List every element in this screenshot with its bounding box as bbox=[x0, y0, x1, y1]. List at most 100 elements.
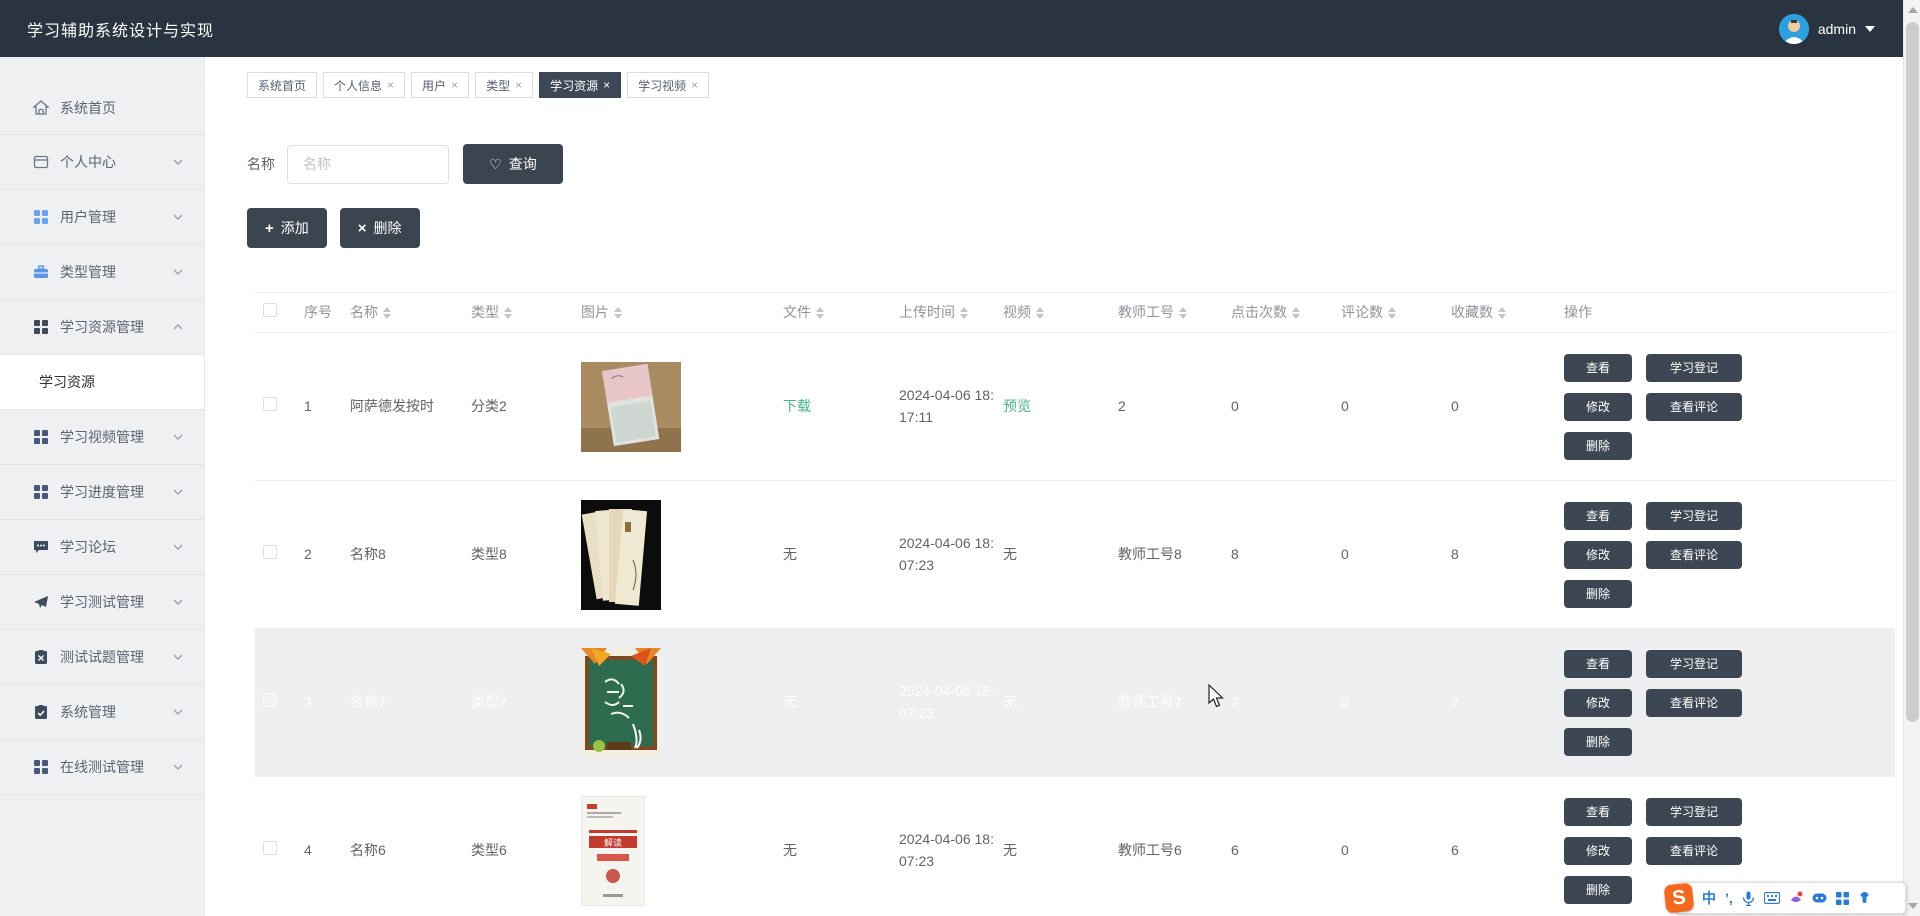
resource-image-textbook[interactable]: 解读 bbox=[581, 796, 645, 906]
resource-image-book-photo[interactable] bbox=[581, 362, 681, 452]
delete-row-button[interactable]: 删除 bbox=[1564, 728, 1632, 756]
user-menu[interactable]: admin bbox=[1779, 0, 1875, 57]
vertical-scrollbar[interactable] bbox=[1903, 0, 1920, 916]
cell-video: 无 bbox=[1003, 544, 1118, 566]
delete-row-button[interactable]: 删除 bbox=[1564, 876, 1632, 904]
header-id[interactable]: 序号 bbox=[304, 302, 350, 324]
search-input[interactable] bbox=[287, 145, 449, 184]
sidebar-item-learning-progress-management[interactable]: 学习进度管理 bbox=[0, 465, 204, 520]
tab-type[interactable]: 类型 × bbox=[475, 72, 533, 98]
sort-icon[interactable] bbox=[1292, 307, 1300, 319]
sidebar-item-user-management[interactable]: 用户管理 bbox=[0, 190, 204, 245]
sogou-logo-icon[interactable]: S bbox=[1664, 883, 1695, 914]
chinese-mode-icon[interactable]: 中 bbox=[1702, 888, 1716, 908]
view-comments-button[interactable]: 查看评论 bbox=[1646, 689, 1742, 717]
avatar[interactable] bbox=[1779, 14, 1809, 44]
sidebar-item-system-management[interactable]: 系统管理 bbox=[0, 685, 204, 740]
edit-button[interactable]: 修改 bbox=[1564, 541, 1632, 569]
sort-icon[interactable] bbox=[816, 307, 824, 319]
row-checkbox[interactable] bbox=[263, 397, 277, 411]
sort-icon[interactable] bbox=[1036, 307, 1044, 319]
tab-learning-resource[interactable]: 学习资源 × bbox=[539, 72, 621, 98]
keyboard-icon[interactable] bbox=[1764, 892, 1780, 904]
resource-image-chalkboard[interactable] bbox=[581, 648, 661, 758]
add-button[interactable]: + 添加 bbox=[247, 208, 327, 248]
emoji-icon[interactable] bbox=[1812, 892, 1827, 904]
settings-wrench-icon[interactable] bbox=[1858, 891, 1871, 905]
sidebar-item-learning-forum[interactable]: 学习论坛 bbox=[0, 520, 204, 575]
edit-button[interactable]: 修改 bbox=[1564, 837, 1632, 865]
study-register-button[interactable]: 学习登记 bbox=[1646, 798, 1742, 826]
sidebar-item-learning-resource-management[interactable]: 学习资源管理 bbox=[0, 300, 204, 355]
sort-icon[interactable] bbox=[504, 307, 512, 319]
close-icon[interactable]: × bbox=[691, 78, 698, 92]
sidebar-item-online-test-management[interactable]: 在线测试管理 bbox=[0, 740, 204, 795]
tab-user[interactable]: 用户 × bbox=[411, 72, 469, 98]
view-comments-button[interactable]: 查看评论 bbox=[1646, 393, 1742, 421]
study-register-button[interactable]: 学习登记 bbox=[1646, 502, 1742, 530]
edit-button[interactable]: 修改 bbox=[1564, 689, 1632, 717]
toolbox-grid-icon[interactable] bbox=[1836, 892, 1849, 905]
header-clicks[interactable]: 点击次数 bbox=[1231, 302, 1341, 324]
sidebar-item-home[interactable]: 系统首页 bbox=[0, 80, 204, 135]
sidebar-item-personal-center[interactable]: 个人中心 bbox=[0, 135, 204, 190]
header-video[interactable]: 视频 bbox=[1003, 302, 1118, 324]
sort-icon[interactable] bbox=[1179, 307, 1187, 319]
sidebar-subitem-learning-resource[interactable]: 学习资源 bbox=[0, 355, 204, 410]
sort-icon[interactable] bbox=[960, 307, 968, 319]
row-checkbox[interactable] bbox=[263, 841, 277, 855]
punctuation-icon[interactable]: ’, bbox=[1725, 890, 1733, 906]
row-checkbox[interactable] bbox=[263, 693, 277, 707]
sidebar-item-test-question-management[interactable]: 测试试题管理 bbox=[0, 630, 204, 685]
view-comments-button[interactable]: 查看评论 bbox=[1646, 837, 1742, 865]
view-button[interactable]: 查看 bbox=[1564, 354, 1632, 382]
sort-icon[interactable] bbox=[1498, 307, 1506, 319]
view-button[interactable]: 查看 bbox=[1564, 650, 1632, 678]
cell-favorites: 6 bbox=[1451, 840, 1564, 862]
view-button[interactable]: 查看 bbox=[1564, 502, 1632, 530]
sort-icon[interactable] bbox=[614, 307, 622, 319]
sidebar-item-type-management[interactable]: 类型管理 bbox=[0, 245, 204, 300]
sidebar-item-learning-test-management[interactable]: 学习测试管理 bbox=[0, 575, 204, 630]
header-type[interactable]: 类型 bbox=[471, 302, 581, 324]
tab-home[interactable]: 系统首页 bbox=[247, 72, 317, 98]
view-button[interactable]: 查看 bbox=[1564, 798, 1632, 826]
delete-row-button[interactable]: 删除 bbox=[1564, 432, 1632, 460]
header-name[interactable]: 名称 bbox=[350, 302, 471, 324]
close-icon[interactable]: × bbox=[603, 78, 610, 92]
study-register-button[interactable]: 学习登记 bbox=[1646, 650, 1742, 678]
cell-favorites: 7 bbox=[1451, 692, 1564, 714]
close-icon[interactable]: × bbox=[387, 78, 394, 92]
close-icon[interactable]: × bbox=[515, 78, 522, 92]
header-file[interactable]: 文件 bbox=[783, 302, 899, 324]
close-icon[interactable]: × bbox=[451, 78, 458, 92]
tab-personal-info[interactable]: 个人信息 × bbox=[323, 72, 405, 98]
header-image[interactable]: 图片 bbox=[581, 302, 783, 324]
cell-clicks: 6 bbox=[1231, 840, 1341, 862]
row-checkbox[interactable] bbox=[263, 545, 277, 559]
header-favorites[interactable]: 收藏数 bbox=[1451, 302, 1564, 324]
cell-id: 2 bbox=[304, 544, 350, 566]
preview-link[interactable]: 预览 bbox=[1003, 398, 1031, 414]
select-all-checkbox[interactable] bbox=[263, 303, 277, 317]
study-register-button[interactable]: 学习登记 bbox=[1646, 354, 1742, 382]
delete-button[interactable]: × 删除 bbox=[340, 208, 420, 248]
scroll-down-arrow-icon[interactable] bbox=[1908, 903, 1918, 909]
skin-icon[interactable] bbox=[1789, 891, 1803, 905]
download-link[interactable]: 下载 bbox=[783, 398, 811, 414]
delete-row-button[interactable]: 删除 bbox=[1564, 580, 1632, 608]
header-teacher-id[interactable]: 教师工号 bbox=[1118, 302, 1231, 324]
header-comments[interactable]: 评论数 bbox=[1341, 302, 1451, 324]
scrollbar-thumb[interactable] bbox=[1906, 22, 1919, 722]
sidebar-item-learning-video-management[interactable]: 学习视频管理 bbox=[0, 410, 204, 465]
scroll-up-arrow-icon[interactable] bbox=[1908, 7, 1918, 13]
view-comments-button[interactable]: 查看评论 bbox=[1646, 541, 1742, 569]
query-button[interactable]: ♡ 查询 bbox=[463, 144, 563, 184]
tab-learning-video[interactable]: 学习视频 × bbox=[627, 72, 709, 98]
sort-icon[interactable] bbox=[383, 307, 391, 319]
microphone-icon[interactable] bbox=[1742, 891, 1755, 906]
resource-image-books-fan[interactable] bbox=[581, 500, 661, 610]
sort-icon[interactable] bbox=[1388, 307, 1396, 319]
edit-button[interactable]: 修改 bbox=[1564, 393, 1632, 421]
header-upload-time[interactable]: 上传时间 bbox=[899, 302, 1003, 324]
